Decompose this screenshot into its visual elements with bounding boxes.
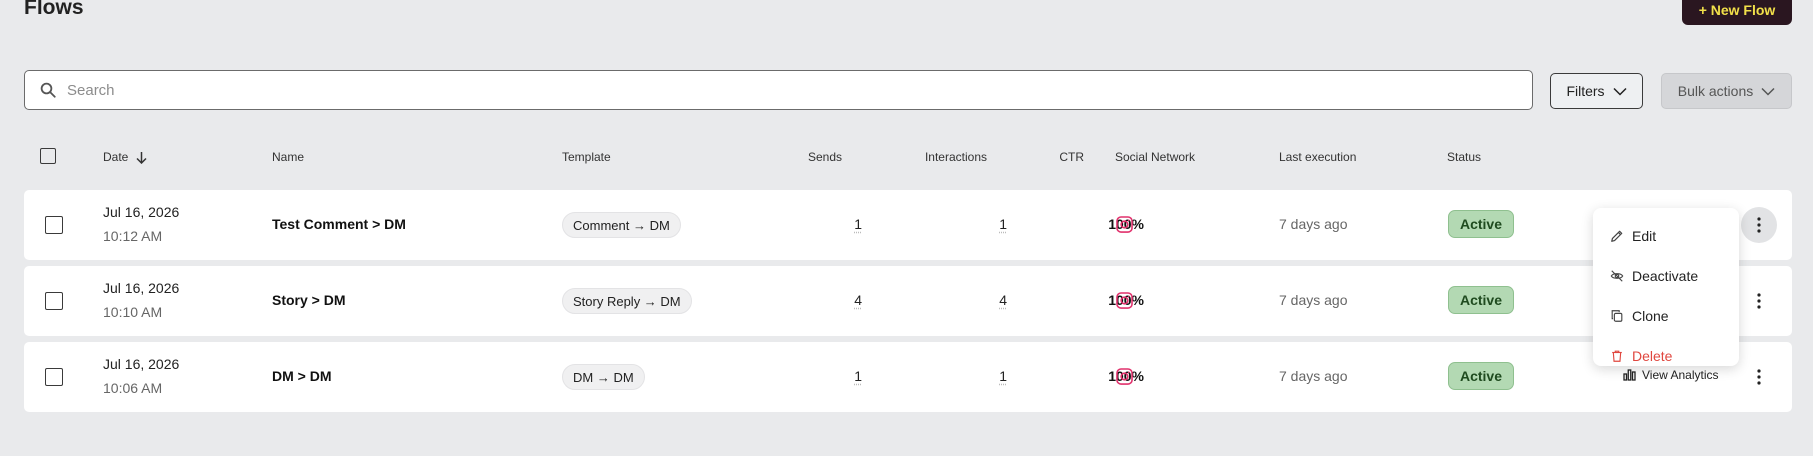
menu-item-label: Deactivate [1632,268,1699,284]
eye-off-icon [1610,270,1624,282]
row-time: 10:06 AM [103,380,163,396]
row-template-chip: Story Reply → DM [562,288,692,314]
row-sends[interactable]: 1 [802,368,862,384]
row-actions-button[interactable] [1741,207,1777,243]
row-checkbox[interactable] [45,216,63,234]
table-row[interactable]: Jul 16, 2026 10:10 AM Story > DM Story R… [24,266,1792,336]
filters-button[interactable]: Filters [1550,73,1643,109]
chevron-down-icon [1761,87,1775,96]
row-last-execution: 7 days ago [1279,368,1348,384]
row-checkbox[interactable] [45,368,63,386]
header-status: Status [1447,150,1482,164]
row-date: Jul 16, 2026 [103,280,180,296]
row-flow-name[interactable]: Story > DM [272,292,346,308]
bulk-actions-label: Bulk actions [1677,83,1754,99]
more-vertical-icon [1757,293,1761,309]
menu-item-label: Clone [1632,308,1669,324]
row-sends[interactable]: 1 [802,216,862,232]
header-date[interactable]: Date [103,150,147,164]
trash-icon [1612,350,1622,362]
row-template-chip: Comment → DM [562,212,681,238]
copy-icon [1611,310,1623,322]
chevron-down-icon [1613,87,1627,96]
row-actions-button[interactable] [1741,283,1777,319]
row-ctr: 100% [1108,368,1144,384]
new-flow-button[interactable]: + New Flow [1682,0,1792,25]
header-last-execution: Last execution [1279,150,1357,164]
status-badge: Active [1448,362,1514,390]
row-flow-name[interactable]: Test Comment > DM [272,216,406,232]
menu-item-edit[interactable]: Edit [1593,216,1739,256]
pencil-icon [1611,230,1623,242]
header-date-label: Date [103,150,129,164]
row-checkbox[interactable] [45,292,63,310]
menu-item-label: Edit [1632,228,1657,244]
bulk-actions-button[interactable]: Bulk actions [1661,73,1792,109]
header-sends: Sends [807,150,842,164]
row-ctr: 100% [1108,292,1144,308]
row-date: Jul 16, 2026 [103,204,180,220]
table-row[interactable]: Jul 16, 2026 10:06 AM DM > DM DM → DM 1 … [24,342,1792,412]
row-last-execution: 7 days ago [1279,216,1348,232]
row-ctr: 100% [1108,216,1144,232]
arrow-down-icon [136,151,147,164]
row-interactions[interactable]: 1 [947,216,1007,232]
row-flow-name[interactable]: DM > DM [272,368,332,384]
header-social-network: Social Network [1115,150,1196,164]
header-interactions: Interactions [924,150,987,164]
menu-item-label: Delete [1632,348,1673,364]
header-ctr: CTR [1059,150,1084,164]
header-name: Name [272,150,305,164]
page-title: Flows [24,0,84,19]
search-input[interactable] [67,81,1467,99]
status-badge: Active [1448,210,1514,238]
row-actions-menu: Edit Deactivate Clone Delete [1593,208,1739,366]
row-template-chip: DM → DM [562,364,645,390]
instagram-icon [1116,368,1133,385]
instagram-icon [1116,292,1133,309]
row-interactions[interactable]: 1 [947,368,1007,384]
table-row[interactable]: Jul 16, 2026 10:12 AM Test Comment > DM … [24,190,1792,260]
row-time: 10:12 AM [103,228,163,244]
status-badge: Active [1448,286,1514,314]
header-template: Template [562,150,611,164]
more-vertical-icon [1757,369,1761,385]
row-actions-button[interactable] [1741,359,1777,395]
row-interactions[interactable]: 4 [947,292,1007,308]
menu-item-deactivate[interactable]: Deactivate [1593,256,1739,296]
row-date: Jul 16, 2026 [103,356,180,372]
instagram-icon [1116,216,1133,233]
filters-label: Filters [1566,83,1605,99]
more-vertical-icon [1757,217,1761,233]
select-all-checkbox[interactable] [40,148,56,164]
row-sends[interactable]: 4 [802,292,862,308]
search-icon [40,82,56,98]
search-bar [24,70,1533,110]
menu-item-delete[interactable]: Delete [1593,336,1739,376]
row-last-execution: 7 days ago [1279,292,1348,308]
row-time: 10:10 AM [103,304,163,320]
menu-item-clone[interactable]: Clone [1593,296,1739,336]
